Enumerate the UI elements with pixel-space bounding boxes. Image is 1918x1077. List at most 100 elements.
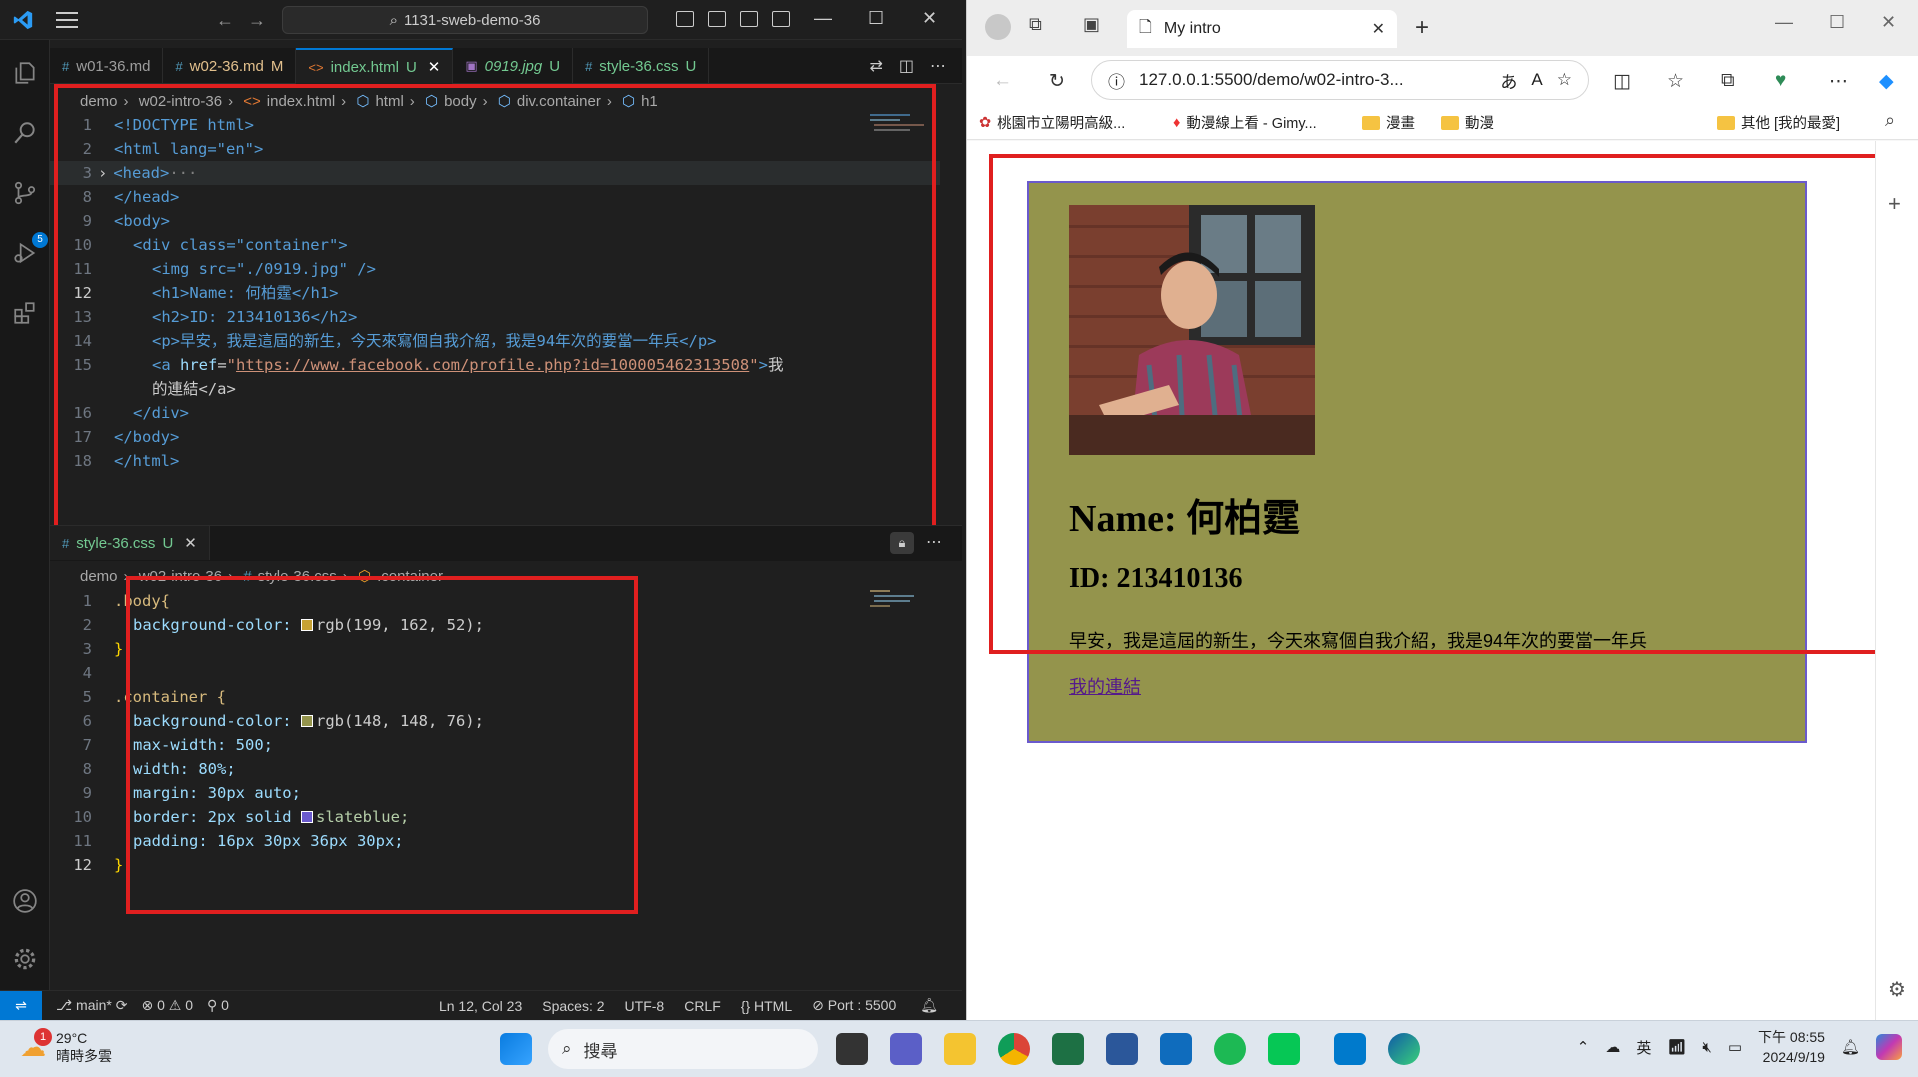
run-debug-icon[interactable] xyxy=(12,240,38,266)
split-screen-icon[interactable]: ◫ xyxy=(1613,70,1631,93)
workspaces-icon[interactable]: ⧉ xyxy=(1029,14,1042,35)
sidebar-settings-icon[interactable]: ⚙ xyxy=(1888,977,1906,1002)
favorites-icon[interactable]: ☆ xyxy=(1667,70,1684,93)
copilot-icon[interactable]: ◆ xyxy=(1879,70,1894,93)
battery-icon[interactable]: ▭ xyxy=(1728,1038,1742,1056)
volume-icon[interactable]: 🔇︎ xyxy=(1702,1039,1711,1056)
browser-tab-my-intro[interactable]: 🗋︎ My intro ✕ xyxy=(1127,10,1397,48)
favorite-folder[interactable]: 漫畫 xyxy=(1362,112,1415,133)
vscode-taskbar-icon[interactable] xyxy=(1334,1033,1366,1065)
close-tab-icon[interactable]: ✕ xyxy=(1372,19,1385,39)
explorer-icon[interactable] xyxy=(12,60,38,86)
wifi-icon[interactable]: 📶︎ xyxy=(1667,1038,1686,1056)
outlook-icon[interactable] xyxy=(1160,1033,1192,1065)
encoding[interactable]: UTF-8 xyxy=(625,998,665,1014)
hamburger-menu-icon[interactable] xyxy=(56,12,78,28)
weather-widget[interactable]: ☁ 1 29°C 晴時多雲 xyxy=(20,1027,112,1065)
live-server-port[interactable]: ⊘ Port : 5500 xyxy=(812,997,896,1014)
new-tab-icon[interactable]: + xyxy=(1415,14,1429,42)
line-number: 12 xyxy=(73,856,92,874)
favorite-folder[interactable]: 動漫 xyxy=(1441,112,1494,133)
profile-avatar-icon[interactable] xyxy=(985,14,1011,40)
activity-bar: 5 xyxy=(0,40,50,990)
favorite-item[interactable]: ✿ 桃園市立陽明高級... xyxy=(979,112,1125,133)
ports-indicator[interactable]: ⚲ 0 xyxy=(207,997,229,1014)
branch-indicator[interactable]: ⎇ main* ⟳ xyxy=(56,997,127,1014)
close-icon[interactable]: ✕ xyxy=(1881,12,1896,33)
minimize-icon[interactable]: — xyxy=(814,8,832,29)
copilot-icon[interactable] xyxy=(1876,1034,1902,1060)
search-icon[interactable]: ⌕ xyxy=(1885,110,1895,131)
excel-icon[interactable] xyxy=(1052,1033,1084,1065)
cursor-position[interactable]: Ln 12, Col 23 xyxy=(439,998,522,1014)
close-icon[interactable]: ✕ xyxy=(922,8,937,29)
extensions-icon[interactable] xyxy=(12,300,38,326)
indentation[interactable]: Spaces: 2 xyxy=(542,998,604,1014)
tab-index-html[interactable]: <> index.html U ✕ xyxy=(296,48,454,84)
search-icon[interactable] xyxy=(12,120,38,146)
split-editor-icon[interactable]: ◫ xyxy=(899,56,914,76)
translate-icon[interactable]: あ xyxy=(1500,68,1517,93)
vertical-tabs-icon[interactable]: ▣ xyxy=(1083,14,1100,35)
start-windows-icon[interactable] xyxy=(500,1033,532,1065)
settings-gear-icon[interactable] xyxy=(12,946,38,972)
teams-chat-icon[interactable] xyxy=(890,1033,922,1065)
onedrive-icon[interactable]: ☁ xyxy=(1605,1038,1620,1056)
notification-bell-icon[interactable]: 🔔︎ xyxy=(1841,1038,1860,1056)
clock[interactable]: 下午 08:55 2024/9/19 xyxy=(1758,1027,1825,1067)
facebook-link[interactable]: 我的連結 xyxy=(1069,673,1141,699)
customize-layout-icon[interactable] xyxy=(772,11,790,27)
edge-taskbar-icon[interactable] xyxy=(1388,1033,1420,1065)
lock-icon[interactable]: 🔒︎ xyxy=(890,532,914,554)
tab-0919-jpg[interactable]: ▣ 0919.jpg U xyxy=(453,48,574,84)
minimap[interactable] xyxy=(870,590,930,620)
breadcrumb-item[interactable]: demo xyxy=(80,568,118,585)
favorite-star-icon[interactable]: ☆ xyxy=(1557,70,1572,90)
tab-w02-36-md[interactable]: # w02-36.md M xyxy=(163,48,297,84)
line-icon[interactable] xyxy=(1268,1033,1300,1065)
close-tab-icon[interactable]: ✕ xyxy=(428,58,441,76)
close-tab-icon[interactable]: ✕ xyxy=(184,534,197,552)
word-icon[interactable] xyxy=(1106,1033,1138,1065)
read-aloud-icon[interactable]: A xyxy=(1531,70,1542,90)
command-center-search[interactable]: ⌕ 1131-sweb-demo-36 xyxy=(282,6,648,34)
line-ending[interactable]: CRLF xyxy=(684,998,721,1014)
address-bar[interactable]: ⓘ 127.0.0.1:5500/demo/w02-intro-3... あ A… xyxy=(1091,60,1589,100)
language-mode[interactable]: {} HTML xyxy=(741,998,792,1014)
more-actions-icon[interactable]: ⋯ xyxy=(926,532,942,552)
forward-arrow-icon[interactable]: → xyxy=(248,10,266,31)
chrome-icon[interactable] xyxy=(998,1033,1030,1065)
maximize-icon[interactable]: ☐ xyxy=(868,8,884,29)
collections-icon[interactable]: ⧉ xyxy=(1721,70,1735,92)
tab-style-36-css-split[interactable]: # style-36.css U ✕ xyxy=(50,526,210,560)
toggle-panel-icon[interactable] xyxy=(708,11,726,27)
maximize-icon[interactable]: ☐ xyxy=(1829,12,1845,33)
favorite-item[interactable]: ♦ 動漫線上看 - Gimy... xyxy=(1173,112,1317,133)
file-explorer-icon[interactable] xyxy=(944,1033,976,1065)
other-favorites-folder[interactable]: 其他 [我的最愛] xyxy=(1717,112,1840,133)
remote-indicator-icon[interactable]: ⇌ xyxy=(0,990,42,1021)
more-actions-icon[interactable]: ⋯ xyxy=(930,56,946,76)
toggle-primary-sidebar-icon[interactable] xyxy=(676,11,694,27)
tab-style-36-css[interactable]: # style-36.css U xyxy=(573,48,710,84)
tray-overflow-icon[interactable]: ⌃ xyxy=(1577,1038,1590,1056)
browser-essentials-icon[interactable]: ♥ xyxy=(1775,70,1786,92)
settings-more-icon[interactable]: ⋯ xyxy=(1829,70,1848,93)
source-control-icon[interactable] xyxy=(12,180,38,206)
toggle-secondary-sidebar-icon[interactable] xyxy=(740,11,758,27)
ime-indicator[interactable]: 英 xyxy=(1636,1037,1651,1058)
back-arrow-icon[interactable]: ← xyxy=(216,10,234,31)
site-info-icon[interactable]: ⓘ xyxy=(1108,68,1125,93)
account-icon[interactable] xyxy=(12,888,38,914)
minimize-icon[interactable]: — xyxy=(1775,12,1793,33)
taskbar-search[interactable]: ⌕ 搜尋 xyxy=(548,1029,818,1069)
refresh-icon[interactable]: ↻ xyxy=(1049,70,1065,93)
back-arrow-icon[interactable]: ← xyxy=(993,70,1012,92)
notifications-bell-icon[interactable]: 🔔︎ xyxy=(920,997,938,1014)
add-sidebar-icon[interactable]: + xyxy=(1888,191,1901,217)
tab-w01-36-md[interactable]: # w01-36.md xyxy=(50,48,164,84)
task-view-icon[interactable] xyxy=(836,1033,868,1065)
problems-indicator[interactable]: ⊗ 0 ⚠ 0 xyxy=(141,997,193,1014)
spotify-icon[interactable] xyxy=(1214,1033,1246,1065)
open-changes-icon[interactable]: ⇄ xyxy=(869,56,882,76)
